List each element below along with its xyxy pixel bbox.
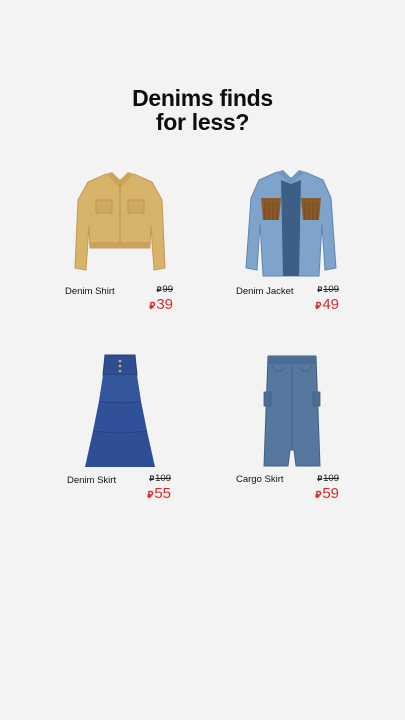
product-name[interactable]: Denim Shirt (65, 286, 115, 297)
price-block: ⃁99 ⃁39 (113, 284, 173, 316)
sale-price: ⃁39 (149, 296, 173, 313)
denim-cargo-skirt-image[interactable] (262, 354, 322, 468)
headline-line-2: for less? (155, 109, 250, 135)
riyal-currency-icon: ⃁ (317, 474, 323, 483)
price-block: ⃁109 ⃁59 (279, 473, 339, 505)
product-name[interactable]: Cargo Skirt (236, 474, 284, 485)
riyal-currency-icon: ⃁ (315, 490, 322, 501)
riyal-currency-icon: ⃁ (315, 301, 322, 312)
original-price: ⃁109 (317, 473, 339, 484)
riyal-currency-icon: ⃁ (149, 301, 156, 312)
headline: Denims finds for less? (0, 86, 405, 134)
riyal-currency-icon: ⃁ (147, 490, 154, 501)
riyal-currency-icon: ⃁ (156, 285, 162, 294)
original-price: ⃁109 (149, 473, 171, 484)
riyal-currency-icon: ⃁ (317, 285, 323, 294)
sale-price: ⃁59 (315, 485, 339, 502)
original-price: ⃁109 (317, 284, 339, 295)
denim-fringe-jacket-image[interactable] (243, 168, 339, 280)
tiered-denim-skirt-image[interactable] (83, 353, 157, 469)
sale-price: ⃁55 (147, 485, 171, 502)
tan-shirt-jacket-image[interactable] (72, 170, 168, 274)
original-price: ⃁99 (156, 284, 173, 295)
sale-price: ⃁49 (315, 296, 339, 313)
product-name[interactable]: Denim Skirt (67, 475, 116, 486)
price-block: ⃁109 ⃁55 (111, 473, 171, 505)
headline-line-1: Denims finds (132, 85, 273, 111)
riyal-currency-icon: ⃁ (149, 474, 155, 483)
price-block: ⃁109 ⃁49 (279, 284, 339, 316)
